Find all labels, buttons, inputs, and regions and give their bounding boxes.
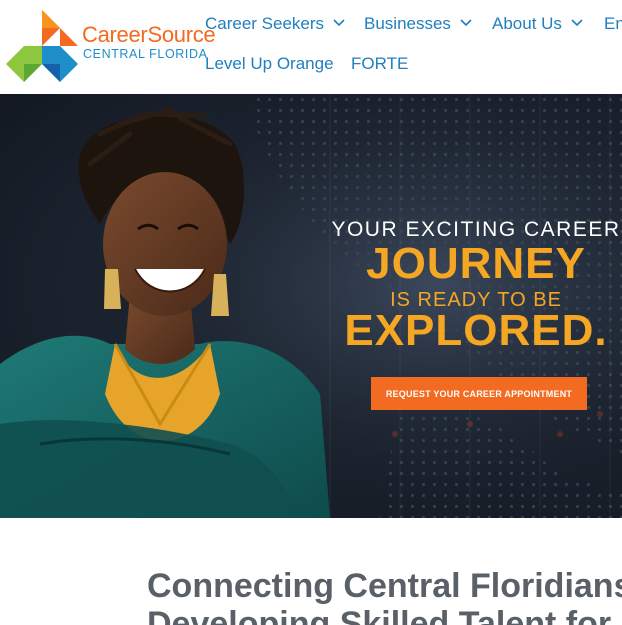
nav-forte[interactable]: FORTE xyxy=(351,54,408,74)
logo-subtitle: CENTRAL FLORIDA xyxy=(83,47,208,61)
hero-line-4: EXPLORED. xyxy=(344,306,608,355)
logo-wordmark: CareerSource xyxy=(82,22,216,47)
nav-career-seekers-label: Career Seekers xyxy=(205,14,325,33)
section-heading-line-1: Connecting Central Floridians xyxy=(147,567,622,605)
chevron-down-icon xyxy=(333,19,345,27)
logo-mark-icon xyxy=(6,10,78,82)
hero-banner: YOUR EXCITING CAREER JOURNEY IS READY TO… xyxy=(0,94,622,518)
request-career-appointment-button[interactable]: REQUEST YOUR CAREER APPOINTMENT xyxy=(371,377,587,410)
page: CareerSource CENTRAL FLORIDA Career Seek… xyxy=(0,0,622,625)
smiling-woman-photo xyxy=(0,107,330,518)
chevron-down-icon xyxy=(460,19,472,27)
nav-career-seekers[interactable]: Career Seekers xyxy=(205,14,345,34)
nav-about-us[interactable]: About Us xyxy=(492,14,583,34)
nav-en[interactable]: En xyxy=(604,14,622,34)
hero-line-2: JOURNEY xyxy=(366,239,586,288)
nav-about-us-label: About Us xyxy=(492,14,562,33)
careersource-logo[interactable]: CareerSource CENTRAL FLORIDA xyxy=(6,10,216,82)
nav-businesses-label: Businesses xyxy=(364,14,451,33)
chevron-down-icon xyxy=(571,19,583,27)
section-heading-line-2: Developing Skilled Talent for xyxy=(147,605,612,625)
nav-businesses[interactable]: Businesses xyxy=(364,14,472,34)
site-header: CareerSource CENTRAL FLORIDA Career Seek… xyxy=(0,0,622,94)
nav-level-up-orange[interactable]: Level Up Orange xyxy=(205,54,334,74)
